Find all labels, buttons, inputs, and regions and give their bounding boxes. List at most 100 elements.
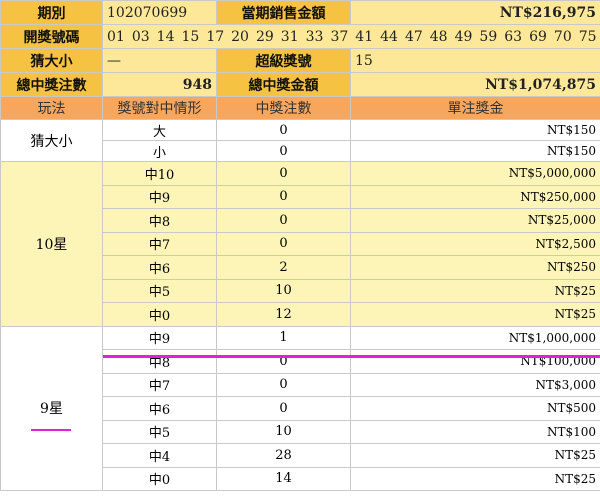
play-type-cell: 猜大小 xyxy=(0,119,103,162)
bigsmall-label: 猜大小 xyxy=(0,48,103,73)
prize-cell: NT$25 xyxy=(350,302,600,327)
column-header-prize: 單注獎金 xyxy=(350,96,600,120)
count-cell: 14 xyxy=(216,466,351,491)
prize-cell: NT$5,000,000 xyxy=(350,161,600,186)
count-cell: 0 xyxy=(216,372,351,397)
prize-cell: NT$150 xyxy=(350,119,600,141)
match-cell: 中8 xyxy=(102,349,217,374)
column-header-match: 獎號對中情形 xyxy=(102,96,217,120)
drawn-number: 15 xyxy=(181,28,200,45)
total-prize-label: 總中獎金額 xyxy=(216,72,351,97)
prize-cell: NT$100 xyxy=(350,419,600,444)
prize-cell: NT$25 xyxy=(350,443,600,468)
sales-value: NT$216,975 xyxy=(350,0,600,25)
match-cell: 中5 xyxy=(102,419,217,444)
count-cell: 10 xyxy=(216,278,351,303)
count-cell: 0 xyxy=(216,161,351,186)
match-cell: 中5 xyxy=(102,278,217,303)
prize-cell: NT$100,000 xyxy=(350,349,600,374)
count-cell: 0 xyxy=(216,396,351,421)
count-cell: 0 xyxy=(216,349,351,374)
drawn-number: 33 xyxy=(305,28,324,45)
drawn-number: 41 xyxy=(355,28,374,45)
match-cell: 中7 xyxy=(102,372,217,397)
count-cell: 10 xyxy=(216,419,351,444)
drawn-number: 59 xyxy=(479,28,498,45)
drawn-number: 63 xyxy=(504,28,523,45)
numbers-label: 開獎號碼 xyxy=(0,24,103,49)
sales-label: 當期銷售金額 xyxy=(216,0,351,25)
count-cell: 12 xyxy=(216,302,351,327)
match-cell: 中9 xyxy=(102,325,217,350)
super-number-label: 超級獎號 xyxy=(216,48,351,73)
match-cell: 中6 xyxy=(102,255,217,280)
drawn-numbers: 01 03 14 15 17 20 29 31 33 37 41 44 47 48 49 59 63 69 70 75 xyxy=(102,24,600,49)
count-cell: 1 xyxy=(216,325,351,350)
match-cell: 小 xyxy=(102,140,217,162)
prize-cell: NT$25,000 xyxy=(350,208,600,233)
count-cell: 0 xyxy=(216,231,351,256)
highlight-underline xyxy=(31,429,71,431)
numbers-row: 開獎號碼 01 03 14 15 17 20 29 31 33 37 41 44 47 48 49 59 63 6… xyxy=(0,24,600,49)
drawn-number: 48 xyxy=(429,28,448,45)
prize-cell: NT$150 xyxy=(350,140,600,162)
count-cell: 0 xyxy=(216,184,351,209)
count-cell: 0 xyxy=(216,140,351,162)
prize-cell: NT$500 xyxy=(350,396,600,421)
drawn-number: 70 xyxy=(553,28,572,45)
period-row: 期別 102070699 當期銷售金額 NT$216,975 xyxy=(0,0,600,25)
results-body: 猜大小大 0 NT$150 小 0 NT$150 10星 中10 0 NT$5,000,000 中9… xyxy=(0,119,600,491)
drawn-number: 37 xyxy=(330,28,349,45)
count-cell: 28 xyxy=(216,443,351,468)
drawn-number: 14 xyxy=(156,28,175,45)
match-cell: 中8 xyxy=(102,208,217,233)
count-cell: 0 xyxy=(216,208,351,233)
play-type-cell: 9星 xyxy=(0,325,103,491)
play-type-cell: 10星 xyxy=(0,161,103,327)
count-cell: 0 xyxy=(216,119,351,141)
total-bets-label: 總中獎注數 xyxy=(0,72,103,97)
drawn-number: 01 xyxy=(107,28,125,45)
period-value: 102070699 xyxy=(102,0,217,25)
prize-cell: NT$25 xyxy=(350,466,600,491)
match-cell: 中0 xyxy=(102,466,217,491)
prize-cell: NT$25 xyxy=(350,278,600,303)
drawn-number: 75 xyxy=(578,28,597,45)
prize-cell: NT$3,000 xyxy=(350,372,600,397)
period-label: 期別 xyxy=(0,0,103,25)
drawn-number: 29 xyxy=(255,28,274,45)
match-cell: 中0 xyxy=(102,302,217,327)
drawn-number: 17 xyxy=(206,28,225,45)
match-cell: 中6 xyxy=(102,396,217,421)
drawn-number: 03 xyxy=(131,28,150,45)
bigsmall-value: — xyxy=(102,48,217,73)
table-row: 10星 中10 0 NT$5,000,000 xyxy=(0,161,600,327)
prize-cell: NT$250 xyxy=(350,255,600,280)
totals-row: 總中獎注數 948 總中獎金額 NT$1,074,875 xyxy=(0,72,600,97)
column-header-count: 中獎注數 xyxy=(216,96,351,120)
match-cell: 中9 xyxy=(102,184,217,209)
drawn-number: 20 xyxy=(231,28,249,45)
highlight-line xyxy=(103,355,600,358)
prize-cell: NT$1,000,000 xyxy=(350,325,600,350)
table-row: 9星 中9 1 NT$1,000,000 xyxy=(0,325,600,491)
drawn-number: 49 xyxy=(454,28,473,45)
total-prize-value: NT$1,074,875 xyxy=(350,72,600,97)
bigsmall-row: 猜大小 — 超級獎號 15 xyxy=(0,48,600,73)
prize-cell: NT$2,500 xyxy=(350,231,600,256)
column-header-play: 玩法 xyxy=(0,96,103,120)
count-cell: 2 xyxy=(216,255,351,280)
match-cell: 中10 xyxy=(102,161,217,186)
prize-cell: NT$250,000 xyxy=(350,184,600,209)
drawn-number: 31 xyxy=(280,28,299,45)
drawn-number: 69 xyxy=(529,28,547,45)
total-bets-value: 948 xyxy=(102,72,217,97)
match-cell: 大 xyxy=(102,119,217,141)
match-cell: 中4 xyxy=(102,443,217,468)
drawn-number: 44 xyxy=(380,28,398,45)
table-row: 猜大小大 0 NT$150 xyxy=(0,119,600,162)
super-number-value: 15 xyxy=(350,48,600,73)
match-cell: 中7 xyxy=(102,231,217,256)
column-header-row: 玩法 獎號對中情形 中獎注數 單注獎金 xyxy=(0,96,600,120)
drawn-number: 47 xyxy=(404,28,423,45)
